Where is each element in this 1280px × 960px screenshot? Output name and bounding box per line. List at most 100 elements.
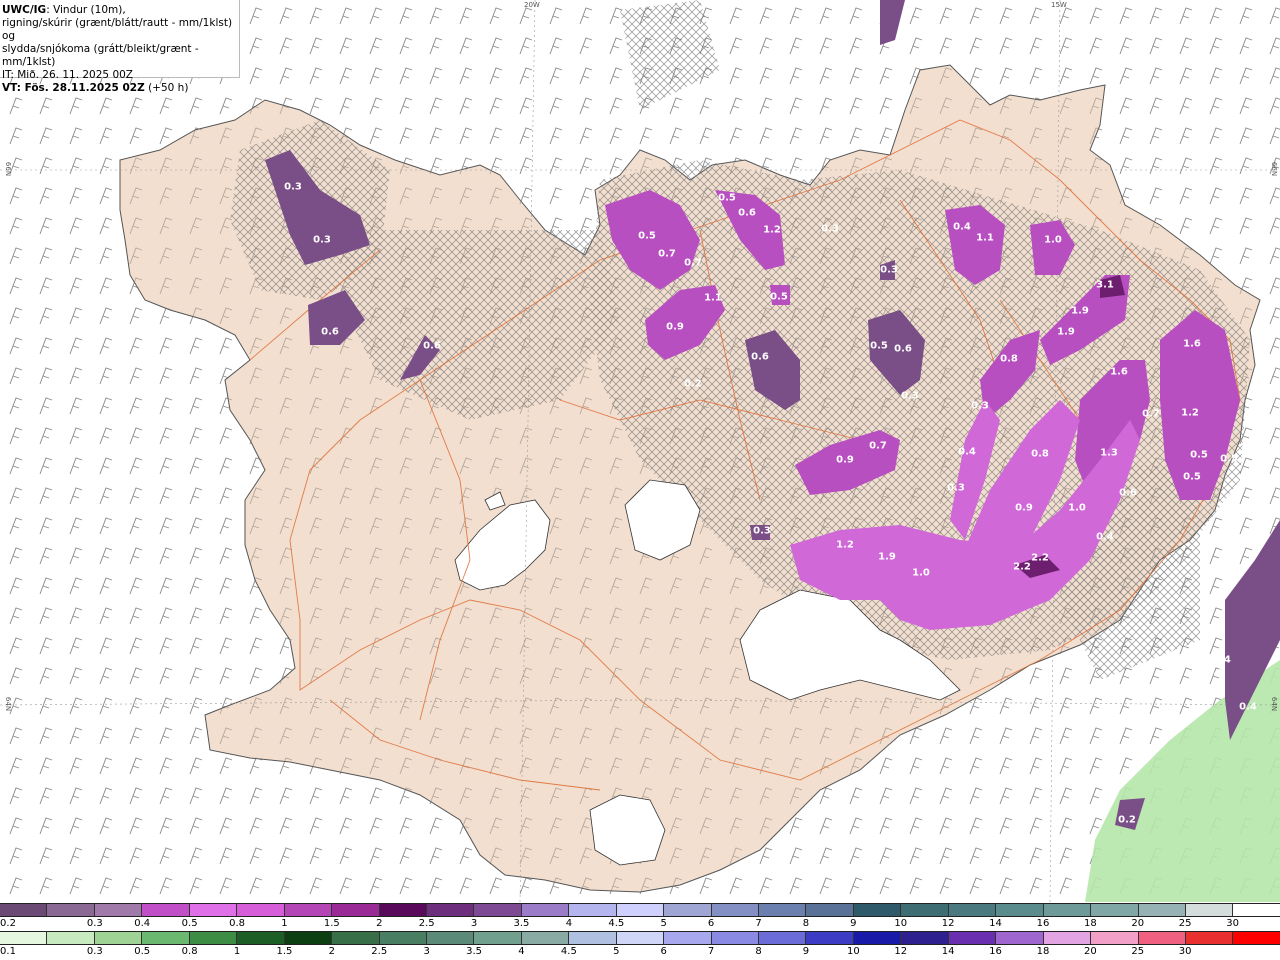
scale-label: 30: [1178, 946, 1192, 957]
scale-swatch: [189, 932, 238, 944]
lon-label-20w: 20W: [524, 1, 540, 9]
precip-value-label: 0.7: [1142, 408, 1160, 420]
scale-label: 25: [1178, 918, 1192, 929]
precip-value-label: 0.5: [870, 340, 888, 352]
valid-time: VT: Fös. 28.11.2025 02Z: [2, 82, 145, 94]
precip-value-label: 0.6: [321, 326, 339, 338]
scale-label: 0.8: [229, 918, 245, 929]
scale-label: 0.5: [181, 918, 198, 929]
scale-label: 30: [1226, 918, 1239, 929]
forecast-map: [0, 0, 1280, 902]
precip-value-label: 0.5: [718, 192, 736, 204]
scale-swatch: [948, 904, 997, 916]
precip-value-label: 1.6: [1183, 338, 1201, 350]
precip-value-label: 0.5: [638, 230, 656, 242]
scale-label: 10: [846, 946, 860, 957]
precip-value-label: 0.8: [1031, 448, 1049, 460]
precip-value-label: 0.3: [821, 223, 839, 235]
precip-value-label: 0.3: [753, 525, 771, 537]
scale-label: 18: [1036, 946, 1050, 957]
scale-swatch: [853, 932, 902, 944]
scale-swatch: [142, 932, 190, 944]
scale-swatch: [332, 904, 380, 916]
scale-label: 0.4: [134, 918, 151, 929]
precip-value-label: 0.9: [1015, 502, 1033, 514]
scale-label: 9: [802, 946, 810, 957]
precip-value-label: 0.8: [1000, 353, 1018, 365]
scale-label: 8: [802, 918, 810, 929]
scale-label: 6: [660, 946, 667, 957]
precip-value-label: 0.6: [738, 207, 756, 219]
precip-value-label: 1.2: [836, 539, 854, 551]
precip-value-label: 0.2: [684, 378, 702, 390]
precip-value-label: 3.1: [1096, 279, 1114, 291]
precip-value-label: 0.2: [1118, 814, 1136, 826]
scale-label: 7: [707, 946, 715, 957]
scale-label: 9: [850, 918, 857, 929]
scale-label: 1.5: [323, 918, 340, 929]
precip-value-label: 1.3: [1100, 447, 1118, 459]
scale-swatch: [901, 904, 949, 916]
precip-value-label: 0.7: [658, 248, 676, 260]
scale-swatch: [569, 904, 617, 916]
precip-value-label: 0.5: [1183, 471, 1201, 483]
scale-label: 1.5: [276, 946, 293, 957]
precip-value-label: 0.7: [684, 257, 702, 269]
snow-color-scale: [0, 903, 1280, 917]
scale-swatch: [521, 932, 570, 944]
scale-label: 14: [989, 918, 1002, 929]
precip-value-label: 0.6: [751, 351, 769, 363]
scale-swatch: [189, 904, 238, 916]
scale-swatch: [47, 904, 95, 916]
scale-label: 18: [1083, 918, 1097, 929]
lat-label-66n-right: 66N: [1270, 161, 1279, 177]
lat-label-66n-left: 66N: [4, 161, 13, 177]
scale-label: 5: [660, 918, 667, 929]
scale-label: 0.1: [0, 946, 16, 957]
precip-value-label: 1.2: [1181, 407, 1199, 419]
scale-label: 3: [423, 946, 430, 957]
precip-value-label: 2.2: [1013, 561, 1031, 573]
scale-swatch: [521, 904, 570, 916]
scale-label: 4: [518, 946, 525, 957]
precip-value-label: 0.9: [836, 454, 854, 466]
scale-swatch: [474, 932, 522, 944]
scale-swatch: [853, 904, 902, 916]
scale-swatch: [332, 932, 380, 944]
scale-label: 0.3: [86, 946, 103, 957]
lat-label-64n-left: 64N: [4, 696, 13, 712]
snow-scale-labels: 0.2 0.3 0.4 0.5 0.8 1 1.5 2 2.5 3 3.5 4 4.5 5 6 7 8 9 10 12…: [0, 918, 1280, 932]
precip-value-label: 0.4: [1096, 531, 1114, 543]
scale-label: 2.5: [371, 946, 388, 957]
scale-swatch: [142, 904, 190, 916]
scale-label: 25: [1131, 946, 1145, 957]
scale-label: 5: [613, 946, 620, 957]
precip-value-label: 1.0: [1068, 502, 1086, 514]
scale-swatch: [806, 932, 854, 944]
scale-label: 16: [989, 946, 1002, 957]
scale-swatch: [759, 904, 807, 916]
scale-label: 10: [894, 918, 908, 929]
precip-value-label: 0.4: [953, 221, 971, 233]
precip-value-label: 0.3: [971, 400, 989, 412]
precip-value-label: 0.4: [1213, 654, 1231, 666]
precip-value-label: 0.3: [313, 234, 331, 246]
scale-swatch: [379, 932, 427, 944]
rain-color-scale: [0, 931, 1280, 945]
precip-value-label: 0.3: [880, 264, 898, 276]
scale-label: 4: [565, 918, 573, 929]
precip-value-label: 1.0: [912, 567, 930, 579]
precip-value-label: 1.9: [1057, 326, 1075, 338]
scale-label: 16: [1036, 918, 1050, 929]
scale-swatch: [901, 932, 949, 944]
scale-label: 12: [894, 946, 908, 957]
rain-scale-labels: 0.1 0.3 0.5 0.8 1 1.5 2 2.5 3 3.5 4 4.5 5 6 7 8 9 10 12 14 1…: [0, 946, 1280, 960]
scale-swatch: [0, 932, 48, 944]
precip-value-label: 1.2: [763, 224, 781, 236]
scale-swatch: [1138, 904, 1186, 916]
precip-value-label: 1.6: [1110, 366, 1128, 378]
scale-label: 6: [707, 918, 715, 929]
scale-label: 3: [470, 918, 478, 929]
scale-swatch: [1233, 932, 1280, 944]
scale-swatch: [616, 932, 665, 944]
